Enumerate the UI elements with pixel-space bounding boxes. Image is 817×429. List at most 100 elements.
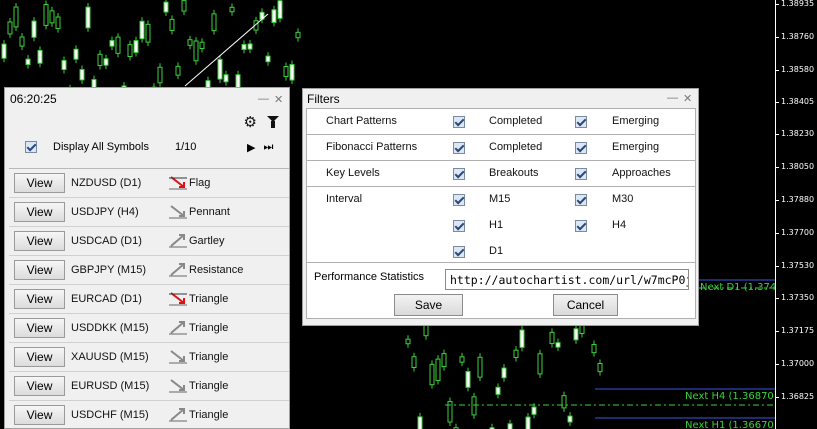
interval-d1-checkbox[interactable] xyxy=(453,246,465,258)
chart-patterns-completed-checkbox[interactable] xyxy=(453,116,465,128)
candle-body xyxy=(25,58,31,66)
candle-body xyxy=(193,40,199,62)
view-button[interactable]: View xyxy=(14,202,65,222)
candle-body xyxy=(187,39,193,46)
candle-body xyxy=(211,13,217,32)
symbol-label: XAUUSD (M15) xyxy=(71,351,149,363)
pattern-label: Resistance xyxy=(189,264,244,276)
candle-body xyxy=(1,43,7,59)
key-levels-label: Key Levels xyxy=(326,167,380,179)
interval-h1-checkbox[interactable] xyxy=(453,220,465,232)
candle-body xyxy=(277,0,283,19)
interval-label: Interval xyxy=(326,193,363,205)
candle-body xyxy=(103,58,109,66)
option-label: M15 xyxy=(489,193,511,205)
pattern-label: Pennant xyxy=(189,206,230,218)
candle-body xyxy=(271,9,277,23)
chart-patterns-emerging-checkbox[interactable] xyxy=(575,116,587,128)
option-label: Completed xyxy=(489,115,543,127)
candle-body xyxy=(73,48,79,60)
close-icon[interactable]: ✕ xyxy=(274,93,283,106)
candle-body xyxy=(561,395,567,409)
pattern-label: Triangle xyxy=(189,351,229,363)
candle-body xyxy=(597,362,603,373)
panel-titlebar: 06:20:25 — ✕ xyxy=(5,88,289,110)
candle-body xyxy=(295,31,301,39)
candle-body xyxy=(525,416,531,429)
list-item: View USDJPY (H4) Pennant xyxy=(9,198,289,227)
triangle-pattern-icon xyxy=(169,379,187,393)
key-levels-approaches-checkbox[interactable] xyxy=(575,168,587,180)
gear-icon[interactable]: ⚙ xyxy=(244,113,257,131)
candle-body xyxy=(19,36,25,47)
last-page-icon[interactable]: ⏭ xyxy=(263,141,273,154)
candle-body xyxy=(417,416,423,429)
candle-body xyxy=(519,329,525,348)
pattern-label: Triangle xyxy=(189,293,229,305)
view-button[interactable]: View xyxy=(14,376,65,396)
filter-icon[interactable] xyxy=(267,115,279,129)
chart-patterns-label: Chart Patterns xyxy=(326,115,397,127)
candle-body xyxy=(405,338,411,345)
view-button[interactable]: View xyxy=(14,231,65,251)
candle-body xyxy=(169,18,175,31)
url-field[interactable]: http://autochartist.com/url/w7mcP0jb xyxy=(445,269,689,290)
interval-m15-checkbox[interactable] xyxy=(453,194,465,206)
list-item: View XAUUSD (M15) Triangle xyxy=(9,343,289,372)
list-item: View EURCAD (D1) Triangle xyxy=(9,285,289,314)
close-icon[interactable]: ✕ xyxy=(683,92,692,105)
symbol-label: USDCAD (D1) xyxy=(71,235,142,247)
display-all-label: Display All Symbols xyxy=(53,141,149,153)
interval-h4-checkbox[interactable] xyxy=(575,220,587,232)
cancel-button[interactable]: Cancel xyxy=(553,294,618,316)
resistance-pattern-icon xyxy=(169,263,187,277)
view-button[interactable]: View xyxy=(14,318,65,338)
pattern-label: Triangle xyxy=(189,322,229,334)
candle-body xyxy=(513,349,519,358)
minimize-icon[interactable]: — xyxy=(667,92,678,105)
view-button[interactable]: View xyxy=(14,347,65,367)
key-levels-breakouts-checkbox[interactable] xyxy=(453,168,465,180)
option-label: H4 xyxy=(612,219,627,231)
option-label: Emerging xyxy=(612,141,660,153)
option-label: D1 xyxy=(489,245,504,257)
interval-m30-checkbox[interactable] xyxy=(575,194,587,206)
candle-body xyxy=(109,40,115,47)
list-item: View USDDKK (M15) Triangle xyxy=(9,314,289,343)
next-page-icon[interactable]: ▶ xyxy=(247,141,255,154)
candle-body xyxy=(61,59,67,71)
option-label: M30 xyxy=(612,193,634,205)
price-tick: 1.37530 xyxy=(774,261,815,270)
save-button[interactable]: Save xyxy=(394,294,463,316)
list-item: View EURUSD (M15) Triangle xyxy=(9,372,289,401)
minimize-icon[interactable]: — xyxy=(258,93,269,106)
interval-row: Interval M15 M30 H1 H4 D1 xyxy=(306,186,696,264)
view-button[interactable]: View xyxy=(14,173,65,193)
candle-body xyxy=(163,1,169,13)
candle-body xyxy=(55,16,61,30)
view-button[interactable]: View xyxy=(14,405,65,425)
fibonacci-completed-checkbox[interactable] xyxy=(453,142,465,154)
candle-body xyxy=(49,10,55,24)
pattern-label: Triangle xyxy=(189,380,229,392)
candle-body xyxy=(181,0,187,12)
option-label: Emerging xyxy=(612,115,660,127)
display-all-row: Display All Symbols 1/10 ▶ ⏭ xyxy=(5,134,289,160)
price-tick: 1.37880 xyxy=(774,195,815,204)
candle-body xyxy=(145,23,151,43)
flag-pattern-icon xyxy=(169,176,187,190)
candle-body xyxy=(555,342,561,348)
fibonacci-emerging-checkbox[interactable] xyxy=(575,142,587,154)
candle-body xyxy=(133,40,139,53)
display-all-checkbox[interactable] xyxy=(25,141,37,153)
view-button[interactable]: View xyxy=(14,260,65,280)
candle-body xyxy=(7,21,13,35)
view-button[interactable]: View xyxy=(14,289,65,309)
candle-body xyxy=(115,36,121,54)
list-item: View NZDUSD (D1) Flag xyxy=(9,169,289,198)
price-tick: 1.38405 xyxy=(774,97,815,106)
price-tick: 1.38935 xyxy=(774,0,815,8)
symbol-label: USDDKK (M15) xyxy=(71,322,149,334)
candle-body xyxy=(549,331,555,345)
filters-dialog: Filters — ✕ Chart Patterns Completed Eme… xyxy=(302,88,699,326)
